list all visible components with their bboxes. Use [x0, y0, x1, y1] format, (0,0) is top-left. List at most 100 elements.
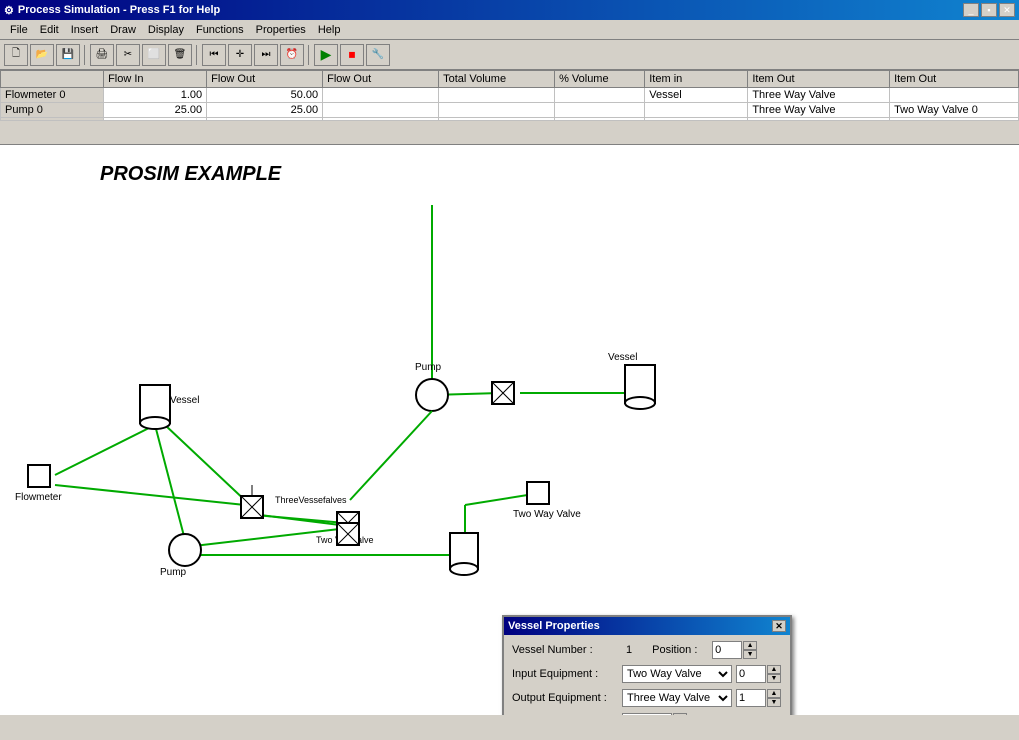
col-flow-out1: Flow Out [207, 71, 323, 88]
col-name [1, 71, 104, 88]
table-row: Flowmeter 0 1.00 50.00 Vessel Three Way … [1, 88, 1019, 103]
toolbar-btn-8[interactable]: ⏮ [202, 44, 226, 66]
svg-text:Vessel: Vessel [608, 352, 637, 363]
input-equipment-row: Input Equipment : Two Way Valve Three Wa… [512, 665, 782, 683]
toolbar-btn-10[interactable]: ⏭ [254, 44, 278, 66]
modal-overlay: Vessel Properties ✕ Vessel Number : 1 Po… [0, 145, 1019, 715]
row-item-out1-0: Three Way Valve [748, 88, 890, 103]
output-equipment-select[interactable]: Three Way Valve Two Way Valve Pump Flowm… [622, 689, 732, 707]
output-equipment-select-group: Three Way Valve Two Way Valve Pump Flowm… [622, 689, 781, 707]
menu-bar: File Edit Insert Draw Display Functions … [0, 20, 1019, 40]
menu-functions[interactable]: Functions [190, 23, 250, 37]
svg-text:Vessel: Vessel [170, 395, 199, 406]
modal-title: Vessel Properties [508, 620, 600, 632]
svg-text:Two Way Valve: Two Way Valve [513, 509, 581, 520]
toolbar-btn-3[interactable]: 💾 [56, 44, 80, 66]
menu-edit[interactable]: Edit [34, 23, 65, 37]
position-spin-up[interactable]: ▲ [743, 641, 757, 650]
svg-text:Pump: Pump [160, 567, 187, 578]
output-flow-input[interactable] [622, 713, 672, 715]
menu-help[interactable]: Help [312, 23, 347, 37]
output-spin-input[interactable] [736, 689, 766, 707]
input-spin-up[interactable]: ▲ [767, 665, 781, 674]
output-equipment-row: Output Equipment : Three Way Valve Two W… [512, 689, 782, 707]
menu-display[interactable]: Display [142, 23, 190, 37]
col-flow-in: Flow In [104, 71, 207, 88]
toolbar-btn-5[interactable]: ✂ [116, 44, 140, 66]
row-total-0 [439, 88, 555, 103]
toolbar-btn-2[interactable]: 📂 [30, 44, 54, 66]
modal-title-bar[interactable]: Vessel Properties ✕ [504, 617, 790, 635]
vessel-number-row: Vessel Number : 1 Position : ▲ ▼ [512, 641, 782, 659]
output-flow-spin-up[interactable]: ▲ [673, 713, 687, 715]
toolbar: 🗋 📂 💾 🖨 ✂ ⬜ 🗑 ⏮ ✛ ⏭ ⏰ ▶ ⏹ 🔧 [0, 40, 1019, 70]
input-spin-input[interactable] [736, 665, 766, 683]
window-title: Process Simulation - Press F1 for Help [18, 4, 220, 16]
position-spin-down[interactable]: ▼ [743, 650, 757, 659]
output-spin-group: ▲ ▼ [736, 689, 781, 707]
toolbar-btn-stop[interactable]: ⏹ [340, 44, 364, 66]
modal-body: Vessel Number : 1 Position : ▲ ▼ Input E… [504, 635, 790, 715]
svg-text:Pump: Pump [415, 362, 442, 373]
input-spin-down[interactable]: ▼ [767, 674, 781, 683]
col-item-out2: Item Out [890, 71, 1019, 88]
input-spin-btns: ▲ ▼ [767, 665, 781, 683]
row-item-out2-0 [890, 88, 1019, 103]
output-spin-up[interactable]: ▲ [767, 689, 781, 698]
row-item-out1-1: Three Way Valve [748, 103, 890, 118]
maximize-btn[interactable]: ▪ [981, 3, 997, 17]
toolbar-btn-9[interactable]: ✛ [228, 44, 252, 66]
output-equipment-label: Output Equipment : [512, 692, 622, 704]
menu-insert[interactable]: Insert [65, 23, 105, 37]
svg-text:Flowmeter: Flowmeter [15, 492, 62, 503]
position-label: Position : [652, 644, 712, 656]
row-item-out2-1: Two Way Valve 0 [890, 103, 1019, 118]
svg-text:ThreeVessefalves: ThreeVessefalves [275, 495, 347, 505]
row-flow-out2-0 [323, 88, 439, 103]
canvas-area: Vessel Vessel Pump ThreeVessefalves Two … [0, 145, 1019, 715]
modal-close-btn[interactable]: ✕ [772, 620, 786, 632]
input-equipment-select[interactable]: Two Way Valve Three Way Valve Pump Flowm… [622, 665, 732, 683]
svg-text:Two Veselalve: Two Veselalve [316, 535, 374, 545]
col-flow-out2: Flow Out [323, 71, 439, 88]
row-pct-1 [555, 103, 645, 118]
menu-properties[interactable]: Properties [250, 23, 312, 37]
output-flow-row: Output Flow : ▲ ▼ [512, 713, 782, 715]
position-input[interactable] [712, 641, 742, 659]
table-row: Pump 0 25.00 25.00 Three Way Valve Two W… [1, 103, 1019, 118]
input-spin-group: ▲ ▼ [736, 665, 781, 683]
toolbar-btn-last[interactable]: 🔧 [366, 44, 390, 66]
table-row [1, 118, 1019, 121]
output-flow-spin: ▲ ▼ [622, 713, 687, 715]
row-item-in-1 [645, 103, 748, 118]
toolbar-btn-green[interactable]: ▶ [314, 44, 338, 66]
menu-file[interactable]: File [4, 23, 34, 37]
toolbar-btn-6[interactable]: ⬜ [142, 44, 166, 66]
title-bar: ⚙ Process Simulation - Press F1 for Help… [0, 0, 1019, 20]
row-total-1 [439, 103, 555, 118]
menu-draw[interactable]: Draw [104, 23, 142, 37]
row-name-0: Flowmeter 0 [1, 88, 104, 103]
toolbar-btn-print[interactable]: 🖨 [90, 44, 114, 66]
app-icon: ⚙ [4, 4, 14, 17]
col-pct-vol: % Volume [555, 71, 645, 88]
vessel-number-label: Vessel Number : [512, 644, 622, 656]
output-spin-btns: ▲ ▼ [767, 689, 781, 707]
minimize-btn[interactable]: _ [963, 3, 979, 17]
output-flow-spin-btns: ▲ ▼ [673, 713, 687, 715]
toolbar-btn-11[interactable]: ⏰ [280, 44, 304, 66]
row-flow-out1-1: 25.00 [207, 103, 323, 118]
row-flow-in-1: 25.00 [104, 103, 207, 118]
toolbar-btn-1[interactable]: 🗋 [4, 44, 28, 66]
position-spin[interactable]: ▲ ▼ [712, 641, 757, 659]
data-table-container: Flow In Flow Out Flow Out Total Volume %… [0, 70, 1019, 145]
toolbar-btn-7[interactable]: 🗑 [168, 44, 192, 66]
svg-text:PROSIM EXAMPLE: PROSIM EXAMPLE [100, 163, 282, 185]
position-spin-btns: ▲ ▼ [743, 641, 757, 659]
output-spin-down[interactable]: ▼ [767, 698, 781, 707]
col-item-in: Item in [645, 71, 748, 88]
close-btn[interactable]: ✕ [999, 3, 1015, 17]
row-flow-in-0: 1.00 [104, 88, 207, 103]
input-equipment-select-group: Two Way Valve Three Way Valve Pump Flowm… [622, 665, 781, 683]
input-equipment-label: Input Equipment : [512, 668, 622, 680]
